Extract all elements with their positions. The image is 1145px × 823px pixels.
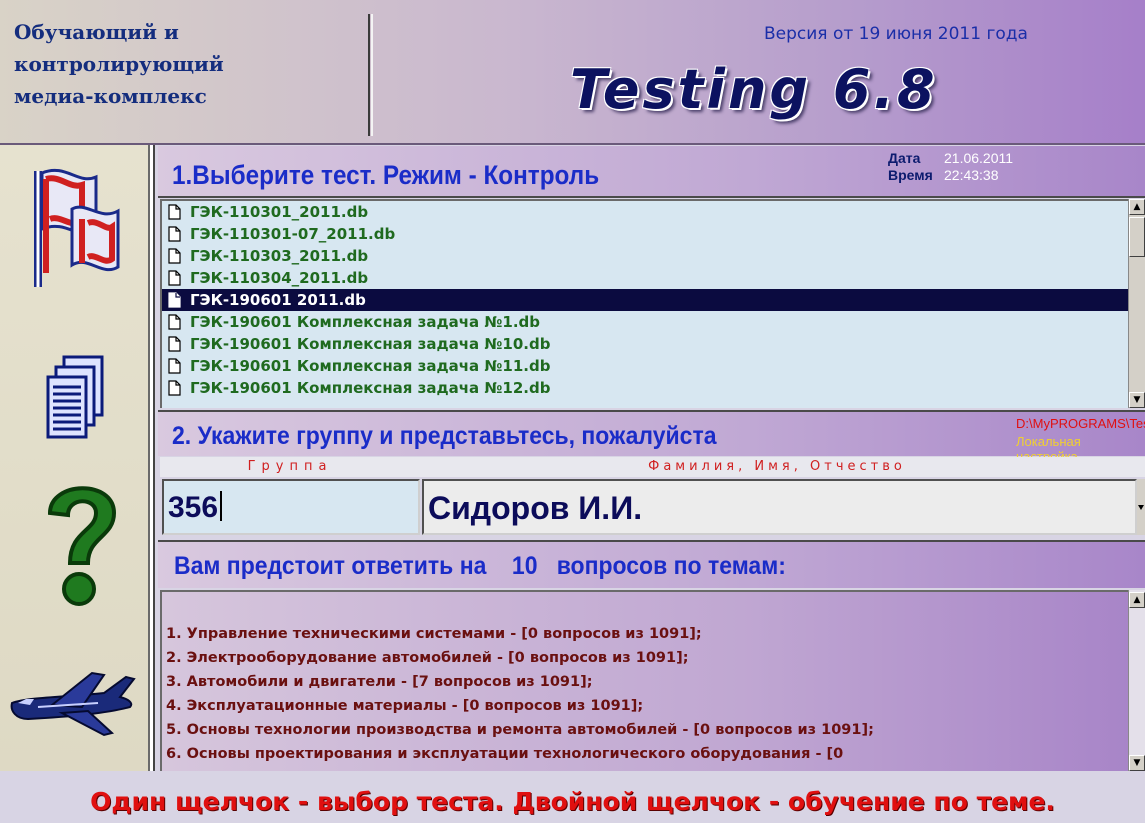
file-name: ГЭК-190601 2011.db	[190, 291, 366, 309]
section3-header: Вам предстоит ответить на 10 вопросов по…	[158, 540, 1145, 588]
file-icon	[168, 204, 181, 220]
topic-item: 5. Основы технологии производства и ремо…	[166, 722, 874, 738]
fio-input[interactable]: Сидоров И.И.	[422, 479, 1137, 535]
app-header: Обучающий и контролирующий медиа-комплек…	[0, 0, 1145, 145]
time-value: 22:43:38	[944, 167, 999, 183]
text-caret	[220, 491, 223, 521]
time-label: Время	[888, 167, 933, 183]
topics-scroll-down-button[interactable]: ▼	[1129, 755, 1145, 771]
file-name: ГЭК-190601 Комплексная задача №12.db	[190, 379, 551, 397]
file-list-scrollbar[interactable]: ▲ ▼	[1128, 199, 1145, 408]
fio-dropdown-arrow-icon[interactable]	[1137, 479, 1145, 535]
brand-block: Обучающий и контролирующий медиа-комплек…	[14, 16, 354, 112]
file-list-item[interactable]: ГЭК-110301_2011.db	[162, 201, 1130, 223]
airplane-exit-icon[interactable]	[8, 663, 140, 747]
topic-item: 2. Электрооборудование автомобилей - [0 …	[166, 650, 689, 666]
file-icon	[168, 226, 181, 242]
logo-flag-icon[interactable]	[26, 163, 126, 297]
file-list-item[interactable]: ГЭК-110304_2011.db	[162, 267, 1130, 289]
brand-line: контролирующий	[14, 52, 224, 76]
brand-line: Обучающий и	[14, 20, 179, 44]
section1-header: 1.Выберите тест. Режим - Контроль Дата 21…	[158, 146, 1145, 198]
file-name: ГЭК-190601 Комплексная задача №10.db	[190, 335, 551, 353]
file-icon	[168, 270, 181, 286]
file-list-item[interactable]: ГЭК-190601 2011.db	[162, 289, 1130, 311]
topic-item: 6. Основы проектирования и эксплуатации …	[166, 746, 844, 762]
file-list-item[interactable]: ГЭК-190601 Комплексная задача №12.db	[162, 377, 1130, 399]
file-name: ГЭК-110301-07_2011.db	[190, 225, 396, 243]
section2-header: 2. Укажите группу и представьтесь, пожал…	[158, 410, 1145, 464]
section1-title: 1.Выберите тест. Режим - Контроль	[172, 160, 600, 190]
scroll-thumb[interactable]	[1129, 217, 1145, 257]
sidebar	[0, 145, 150, 771]
program-path: D:\MyPROGRAMS\Testing65	[1016, 416, 1145, 431]
hint-footer: Один щелчок - выбор теста. Двойной щелчо…	[0, 771, 1145, 823]
datetime-box: Дата 21.06.2011 Время 22:43:38	[888, 150, 1013, 184]
fio-value: Сидоров И.И.	[428, 490, 643, 526]
file-list-item[interactable]: ГЭК-110303_2011.db	[162, 245, 1130, 267]
file-list-item[interactable]: ГЭК-190601 Комплексная задача №1.db	[162, 311, 1130, 333]
group-label: Группа	[247, 459, 333, 474]
topic-item: 1. Управление техническими системами - […	[166, 626, 702, 642]
date-label: Дата	[888, 150, 921, 166]
file-name: ГЭК-190601 Комплексная задача №11.db	[190, 357, 551, 375]
topics-list: 1. Управление техническими системами - […	[160, 590, 1128, 771]
test-file-list[interactable]: ГЭК-110301_2011.db ГЭК-110301-07_2011.db Г…	[160, 199, 1130, 408]
file-list-item[interactable]: ГЭК-190601 Комплексная задача №10.db	[162, 333, 1130, 355]
brand-line: медиа-комплекс	[14, 84, 207, 108]
file-icon	[168, 358, 181, 374]
documents-icon[interactable]	[44, 355, 106, 445]
app-title: Testing 6.8	[570, 58, 938, 121]
scroll-up-button[interactable]: ▲	[1129, 199, 1145, 215]
file-icon	[168, 314, 181, 330]
group-input[interactable]: 356	[162, 479, 420, 535]
file-icon	[168, 336, 181, 352]
file-icon	[168, 248, 181, 264]
version-text: Версия от 19 июня 2011 года	[764, 24, 1028, 44]
header-divider	[368, 14, 373, 136]
scroll-down-button[interactable]: ▼	[1129, 392, 1145, 408]
fio-label: Фамилия, Имя, Отчество	[648, 459, 906, 474]
topic-item: 3. Автомобили и двигатели - [7 вопросов …	[166, 674, 593, 690]
group-value: 356	[168, 491, 219, 524]
topics-scroll-up-button[interactable]: ▲	[1129, 592, 1145, 608]
fields-header: Группа Фамилия, Имя, Отчество	[160, 457, 1145, 477]
topics-scrollbar[interactable]: ▲ ▼	[1128, 590, 1145, 771]
topic-item: 4. Эксплуатационные материалы - [0 вопро…	[166, 698, 644, 714]
date-value: 21.06.2011	[944, 150, 1014, 166]
file-icon	[168, 380, 181, 396]
file-name: ГЭК-110301_2011.db	[190, 203, 369, 221]
main-border	[150, 145, 155, 771]
file-name: ГЭК-110304_2011.db	[190, 269, 369, 287]
file-name: ГЭК-190601 Комплексная задача №1.db	[190, 313, 541, 331]
file-list-item[interactable]: ГЭК-190601 Комплексная задача №11.db	[162, 355, 1130, 377]
file-icon	[168, 292, 181, 308]
section3-title: Вам предстоит ответить на 10 вопросов по…	[174, 552, 786, 580]
section2-title: 2. Укажите группу и представьтесь, пожал…	[172, 422, 717, 450]
help-question-icon[interactable]	[40, 475, 120, 614]
file-name: ГЭК-110303_2011.db	[190, 247, 369, 265]
file-list-item[interactable]: ГЭК-110301-07_2011.db	[162, 223, 1130, 245]
